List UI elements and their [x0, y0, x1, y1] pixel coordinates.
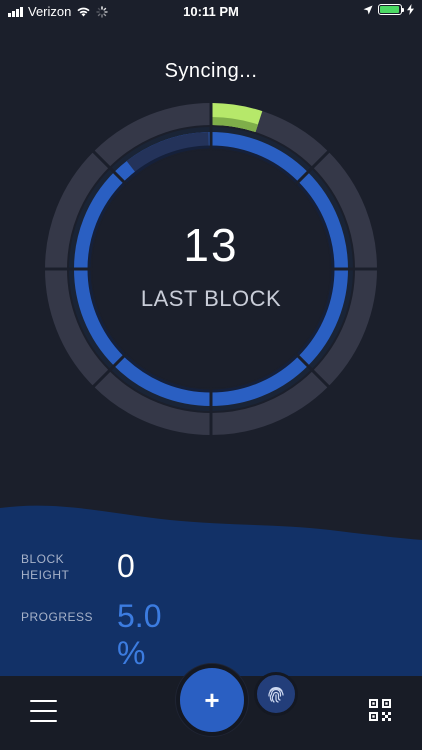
location-arrow-icon: [363, 5, 373, 14]
block-height-value: 0: [117, 548, 135, 584]
status-time: 10:11 PM: [183, 4, 239, 19]
charging-bolt-icon: [407, 4, 414, 15]
wave-background: [0, 505, 422, 680]
hamburger-icon[interactable]: [30, 700, 57, 722]
last-block-number: 13: [183, 219, 239, 271]
last-block-label: LAST BLOCK: [140, 286, 282, 311]
battery-icon: [378, 4, 404, 15]
battery-level: [380, 6, 399, 13]
qr-code-icon[interactable]: [369, 699, 391, 721]
progress-label: PROGRESS: [21, 610, 94, 624]
block-height-label: BLOCK HEIGHT: [21, 552, 70, 582]
fingerprint-icon: [268, 687, 284, 703]
sync-status-title: Syncing...: [164, 60, 258, 82]
progress-value: 5.0 %: [117, 598, 162, 671]
status-right: [363, 4, 414, 15]
plus-icon: +: [204, 684, 220, 715]
add-button[interactable]: +: [176, 664, 248, 736]
fingerprint-button[interactable]: [254, 672, 298, 716]
status-bar: Verizon 10:11 PM: [0, 0, 422, 22]
